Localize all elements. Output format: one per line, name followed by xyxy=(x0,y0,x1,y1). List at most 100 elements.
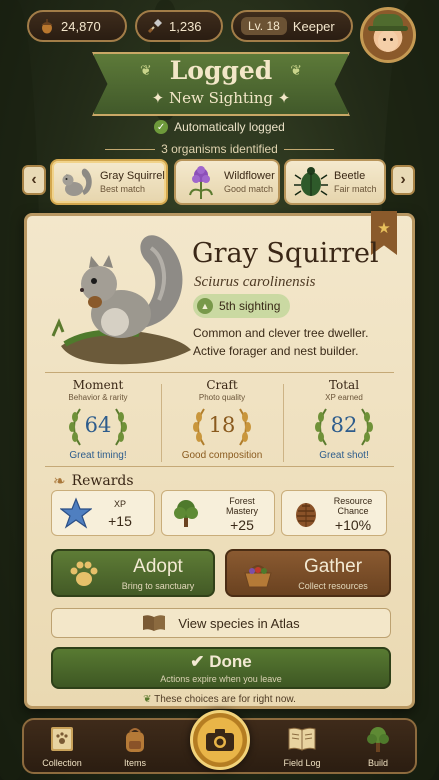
organism-card-beetle[interactable]: Beetle Fair match xyxy=(284,159,386,205)
star-icon: ★ xyxy=(377,220,391,237)
stat-caption: Great shot! xyxy=(319,450,369,461)
pinecone-icon xyxy=(296,503,316,527)
organism-card-wildflower[interactable]: Wildflower Good match xyxy=(174,159,280,205)
gather-button[interactable]: Gather Collect resources xyxy=(225,549,391,597)
laurel-wreath-icon: 82 xyxy=(312,405,376,449)
banner-subtitle-text: New Sighting xyxy=(168,89,274,107)
nav-items[interactable]: Items xyxy=(105,724,165,768)
carousel-next-button[interactable]: › xyxy=(391,165,415,195)
divider xyxy=(161,384,162,462)
reward-xp: XP +15 xyxy=(51,490,155,536)
card-name: Wildflower xyxy=(224,170,275,182)
sprout-icon: ❦ xyxy=(143,694,155,705)
reward-value: +25 xyxy=(230,517,254,533)
nav-label: Items xyxy=(123,758,146,768)
chevron-right-icon: › xyxy=(400,171,406,188)
shovel-count: 1,236 xyxy=(169,18,202,34)
camera-button[interactable] xyxy=(190,710,250,770)
stat-moment: Moment Behavior & rarity 64 Great timing… xyxy=(39,378,157,461)
basket-icon xyxy=(244,565,272,588)
acorn-counter[interactable]: 24,870 xyxy=(27,10,127,42)
carousel-prev-button[interactable]: ‹ xyxy=(22,165,46,195)
adopt-button[interactable]: Adopt Bring to sanctuary xyxy=(51,549,215,597)
choices-note: ❦ These choices are for right now. xyxy=(27,694,412,705)
rewards-heading: ❧ Rewards xyxy=(53,472,134,490)
squirrel-illustration xyxy=(51,235,191,365)
avatar-face xyxy=(378,30,398,52)
chevron-left-icon: ‹ xyxy=(31,171,37,188)
stat-label: Moment xyxy=(72,378,124,392)
sighting-badge: ▲ 5th sighting xyxy=(193,294,291,318)
stat-total: Total XP earned 82 Great shot! xyxy=(285,378,403,461)
shovel-counter[interactable]: 1,236 xyxy=(135,10,223,42)
description-line: Active forager and nest builder. xyxy=(193,344,359,358)
auto-logged-text: Automatically logged xyxy=(174,120,285,134)
open-book-icon xyxy=(143,615,166,631)
nav-label: Build xyxy=(367,758,388,768)
species-detail-panel: ★ Gray Squirrel Sciurus carolinensis ▲ 5… xyxy=(24,211,415,709)
acorn-icon xyxy=(41,19,53,34)
level-number: Lv. 18 xyxy=(241,17,287,35)
rewards-title: Rewards xyxy=(71,473,134,489)
leaf-badge-icon: ▲ xyxy=(197,298,213,314)
species-scientific-name: Sciurus carolinensis xyxy=(194,274,316,290)
logged-banner: ❦ ❦ Logged ✦ New Sighting ✦ xyxy=(92,52,350,116)
sparkle-icon: ✦ xyxy=(151,89,169,107)
reward-forest-mastery: Forest Mastery +25 xyxy=(161,490,275,536)
checkmark-icon: ✔ xyxy=(190,652,210,671)
stat-caption: Great timing! xyxy=(69,450,127,461)
choices-note-text: These choices are for right now. xyxy=(154,694,296,705)
tree-build-icon xyxy=(367,727,389,752)
stat-value: 64 xyxy=(84,413,112,437)
reward-value: +10% xyxy=(334,517,372,533)
laurel-wreath-icon: 18 xyxy=(190,405,254,449)
done-title-text: Done xyxy=(209,652,252,671)
done-button[interactable]: ✔ Done Actions expire when you leave xyxy=(51,647,391,689)
resource-bar: 24,870 1,236 Lv. 18 Keeper xyxy=(27,10,367,42)
nav-build[interactable]: Build xyxy=(348,724,408,768)
camera-icon xyxy=(206,729,234,751)
adopt-subtitle: Bring to sanctuary xyxy=(121,581,195,591)
nav-label: Collection xyxy=(42,758,82,768)
divider xyxy=(283,384,284,462)
done-subtitle: Actions expire when you leave xyxy=(160,674,282,684)
nav-field-log[interactable]: Field Log xyxy=(272,724,332,768)
organism-card-squirrel[interactable]: Gray Squirrel Best match xyxy=(50,159,168,205)
avatar-hat-brim xyxy=(368,26,408,31)
card-match: Fair match xyxy=(334,184,377,194)
reward-resource-chance: Resource Chance +10% xyxy=(281,490,387,536)
stat-sublabel: Photo quality xyxy=(198,393,246,402)
check-circle-icon: ✓ xyxy=(154,120,169,134)
collection-book-icon xyxy=(51,727,73,751)
stat-sublabel: XP earned xyxy=(325,393,363,402)
laurel-wreath-icon: 64 xyxy=(66,405,130,449)
species-name: Gray Squirrel xyxy=(192,238,379,269)
description-line: Common and clever tree dweller. xyxy=(193,326,369,340)
backpack-icon xyxy=(126,728,144,752)
maple-leaf-icon: ❧ xyxy=(53,472,66,490)
adopt-title: Adopt xyxy=(133,556,183,577)
identified-count: 3 organisms identified xyxy=(0,142,439,156)
view-atlas-button[interactable]: View species in Atlas xyxy=(51,608,391,638)
auto-logged-status: ✓ Automatically logged xyxy=(0,120,439,134)
field-log-book-icon xyxy=(288,727,316,751)
stat-label: Total xyxy=(328,378,360,392)
gather-title: Gather xyxy=(303,556,363,577)
species-description: Common and clever tree dweller. Active f… xyxy=(193,324,405,360)
squirrel-icon xyxy=(62,168,92,196)
sighting-count: 5th sighting xyxy=(219,299,281,313)
avatar[interactable] xyxy=(360,7,416,63)
divider xyxy=(45,466,394,467)
banner-subtitle: ✦ New Sighting ✦ xyxy=(92,89,350,107)
star-icon xyxy=(60,497,92,529)
nav-collection[interactable]: Collection xyxy=(32,724,92,768)
reward-label: Resource Chance xyxy=(333,496,373,516)
card-name: Beetle xyxy=(334,170,366,182)
card-match: Good match xyxy=(224,184,274,194)
done-title: ✔ Done xyxy=(53,652,389,672)
paw-icon xyxy=(70,561,98,586)
stat-value: 18 xyxy=(208,413,236,437)
wildflower-icon xyxy=(189,166,213,199)
stat-value: 82 xyxy=(330,413,358,437)
level-badge[interactable]: Lv. 18 Keeper xyxy=(231,10,353,42)
